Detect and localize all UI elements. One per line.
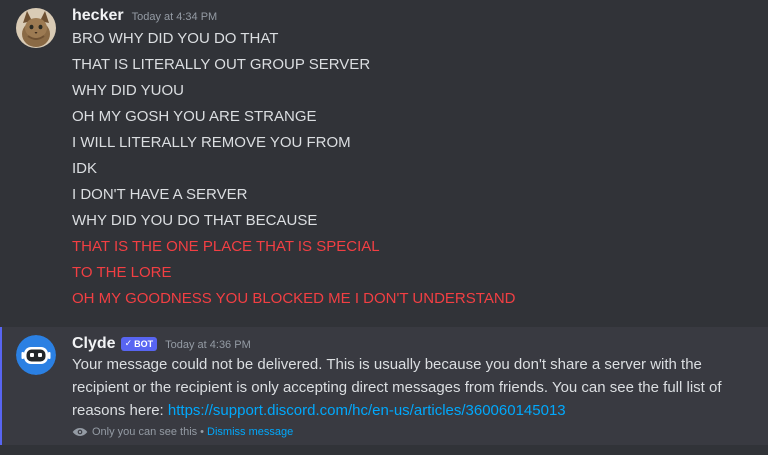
message-line: IDK (72, 160, 98, 177)
bot-badge: ✓ BOT (120, 336, 158, 351)
dismiss-message-link[interactable]: Dismiss message (207, 426, 293, 438)
failed-message-line: OH MY GOODNESS YOU BLOCKED ME I DON'T UN… (72, 290, 516, 307)
failed-message-line: TO THE LORE (72, 264, 172, 281)
message-timestamp[interactable]: Today at 4:34 PM (132, 11, 218, 23)
username[interactable]: hecker (72, 7, 124, 25)
username[interactable]: Clyde (72, 335, 116, 353)
user-avatar[interactable] (16, 8, 56, 48)
highlight-bar (0, 327, 2, 445)
eye-icon (72, 428, 88, 436)
system-message-body: Your message could not be delivered. Thi… (72, 353, 732, 422)
message-group-clyde: Clyde ✓ BOT Today at 4:36 PM Your messag… (0, 327, 768, 445)
clyde-robot-avatar-icon (16, 335, 56, 375)
message-timestamp[interactable]: Today at 4:36 PM (165, 339, 251, 351)
clyde-avatar[interactable] (16, 335, 56, 375)
message-line: WHY DID YUOU (72, 82, 184, 99)
message-line: OH MY GOSH YOU ARE STRANGE (72, 108, 317, 125)
message-line: I WILL LITERALLY REMOVE YOU FROM (72, 134, 351, 151)
message-line: THAT IS LITERALLY OUT GROUP SERVER (72, 56, 371, 73)
separator: • (200, 426, 205, 438)
bot-tag-label: BOT (134, 338, 154, 349)
cat-photo-avatar-icon (16, 8, 56, 48)
message-line: WHY DID YOU DO THAT BECAUSE (72, 212, 318, 229)
ephemeral-text: Only you can see this (92, 426, 198, 438)
failed-message-line: THAT IS THE ONE PLACE THAT IS SPECIAL (72, 238, 380, 255)
ephemeral-notice: Only you can see this • Dismiss message (72, 426, 293, 438)
chat-messages: hecker Today at 4:34 PM BRO WHY DID YOU … (0, 0, 768, 455)
check-icon: ✓ (124, 338, 133, 348)
message-line: I DON'T HAVE A SERVER (72, 186, 248, 203)
support-link[interactable]: https://support.discord.com/hc/en-us/art… (168, 402, 566, 419)
message-line: BRO WHY DID YOU DO THAT (72, 30, 279, 47)
